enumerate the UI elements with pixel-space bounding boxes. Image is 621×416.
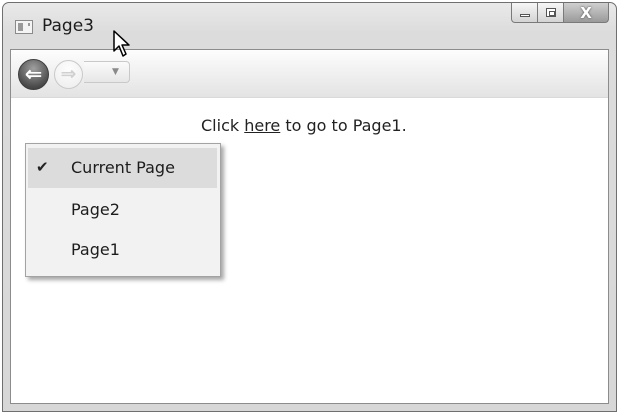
app-icon[interactable] [15, 20, 33, 34]
menu-item-page2[interactable]: Page2 [28, 190, 217, 230]
navigation-bar: ⇐ ▼ ⇒ [11, 50, 608, 98]
forward-arrow-icon: ⇒ [60, 63, 77, 85]
close-button[interactable]: X [564, 3, 609, 23]
close-icon: X [580, 4, 592, 22]
minimize-button[interactable] [511, 3, 538, 23]
chevron-down-icon: ▼ [112, 67, 119, 77]
menu-item-current-page[interactable]: ✔ Current Page [28, 148, 217, 188]
title-bar[interactable]: Page3 X [3, 3, 616, 49]
mouse-pointer-icon [113, 30, 130, 57]
menu-item-label: Page1 [71, 240, 120, 259]
maximize-button[interactable] [538, 3, 564, 23]
page-body-text: Click here to go to Page1. [201, 116, 407, 135]
menu-item-label: Page2 [71, 200, 120, 219]
minimize-icon [520, 14, 530, 17]
here-link[interactable]: here [244, 116, 280, 135]
app-window: Page3 X ⇐ ▼ ⇒ Click here to go to Page1.… [2, 2, 617, 412]
menu-item-page1[interactable]: Page1 [28, 230, 217, 270]
body-text-prefix: Click [201, 116, 245, 135]
caption-buttons: X [511, 3, 609, 25]
back-arrow-icon: ⇐ [24, 62, 43, 86]
forward-button[interactable]: ⇒ [54, 60, 83, 89]
checkmark-icon: ✔ [36, 158, 49, 176]
history-dropdown-button[interactable]: ▼ [84, 61, 130, 83]
window-title: Page3 [42, 16, 94, 36]
back-button[interactable]: ⇐ [18, 59, 49, 90]
body-text-suffix: to go to Page1. [280, 116, 407, 135]
page-content-area: ⇐ ▼ ⇒ Click here to go to Page1. ✔ Curre… [10, 49, 609, 404]
maximize-icon [546, 8, 556, 17]
menu-item-label: Current Page [71, 158, 175, 177]
history-menu: ✔ Current Page Page2 Page1 [25, 143, 221, 277]
